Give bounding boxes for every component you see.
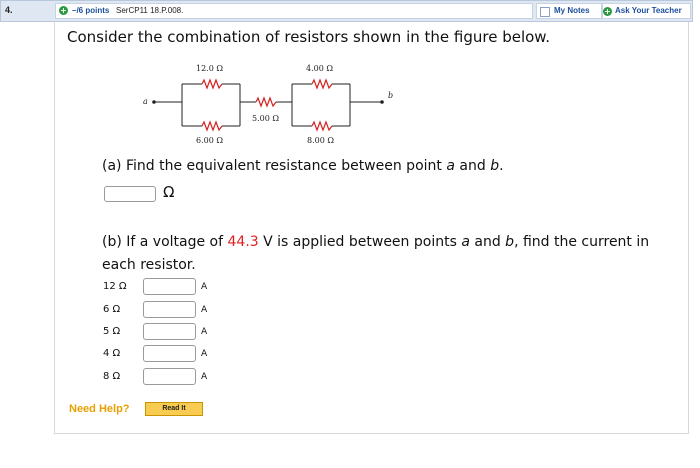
question-prompt: Consider the combination of resistors sh… <box>67 28 550 46</box>
terminal-a-dot <box>152 100 156 104</box>
part-b-text-mid1: V is applied between points <box>258 234 462 250</box>
notes-checkbox-icon <box>540 7 550 17</box>
question-title-box: + –/6 points SerCP11 18.P.008. <box>55 3 533 19</box>
question-header: 4. + –/6 points SerCP11 18.P.008. My Not… <box>0 0 693 22</box>
resistor-4-zigzag <box>311 78 333 90</box>
equivalent-resistance-input[interactable] <box>104 186 156 202</box>
resistor-5-label: 5.00 Ω <box>252 114 279 123</box>
circuit-figure: a b 12.0 Ω 6.00 Ω 5.00 Ω 4.00 Ω 8.00 Ω <box>143 64 393 145</box>
part-b-question: (b) If a voltage of 44.3 V is applied be… <box>102 231 672 277</box>
read-it-button[interactable]: Read It <box>145 402 203 416</box>
resistor-8-zigzag <box>311 120 333 132</box>
current-6-unit: A <box>201 305 208 315</box>
ask-teacher-label: Ask Your Teacher <box>615 6 682 15</box>
need-help-label: Need Help? <box>69 403 130 415</box>
current-12-unit: A <box>201 282 208 292</box>
current-8-unit: A <box>201 372 208 382</box>
terminal-a-label: a <box>143 97 148 106</box>
problem-code: SerCP11 18.P.008. <box>116 6 184 15</box>
voltage-value: 44.3 <box>227 234 259 250</box>
my-notes-button[interactable]: My Notes <box>536 3 602 19</box>
resistor-8-label: 8.00 Ω <box>307 136 334 145</box>
part-a-var-b: b <box>490 158 500 174</box>
part-a-text-end: . <box>499 158 504 174</box>
part-b-text-mid2: and <box>469 234 506 250</box>
part-a-var-a: a <box>446 158 455 174</box>
current-4-input[interactable] <box>143 345 196 362</box>
current-6-input[interactable] <box>143 301 196 318</box>
part-a-question: (a) Find the equivalent resistance betwe… <box>102 158 504 174</box>
resistor-12-label: 12.0 Ω <box>196 64 223 73</box>
ask-teacher-plus-icon: + <box>603 7 612 16</box>
current-4-unit: A <box>201 349 208 359</box>
current-row-6-label: 6 Ω <box>103 304 121 315</box>
points-label: –/6 points <box>72 6 110 15</box>
current-row-8-label: 8 Ω <box>103 371 121 382</box>
resistor-4-label: 4.00 Ω <box>306 64 333 73</box>
current-12-input[interactable] <box>143 278 196 295</box>
current-row-5-label: 5 Ω <box>103 326 121 337</box>
part-b-var-b: b <box>505 234 515 250</box>
expand-plus-icon[interactable]: + <box>59 6 68 15</box>
part-a-text: (a) Find the equivalent resistance betwe… <box>102 158 447 174</box>
current-row-4-label: 4 Ω <box>103 348 121 359</box>
resistor-12-zigzag <box>201 78 223 90</box>
current-5-unit: A <box>201 327 208 337</box>
ask-teacher-button[interactable]: + Ask Your Teacher <box>602 3 691 19</box>
equivalent-resistance-unit: Ω <box>163 183 175 201</box>
terminal-b-dot <box>380 100 384 104</box>
terminal-b-label: b <box>388 91 393 100</box>
resistor-5-zigzag <box>255 96 277 108</box>
part-a-text-mid: and <box>454 158 491 174</box>
question-number: 4. <box>5 5 13 15</box>
resistor-6-label: 6.00 Ω <box>196 136 223 145</box>
resistor-6-zigzag <box>201 120 223 132</box>
current-5-input[interactable] <box>143 323 196 340</box>
part-b-text: (b) If a voltage of <box>102 234 228 250</box>
current-row-12-label: 12 Ω <box>103 281 127 292</box>
part-b-var-a: a <box>461 234 470 250</box>
current-8-input[interactable] <box>143 368 196 385</box>
my-notes-label: My Notes <box>554 6 590 15</box>
